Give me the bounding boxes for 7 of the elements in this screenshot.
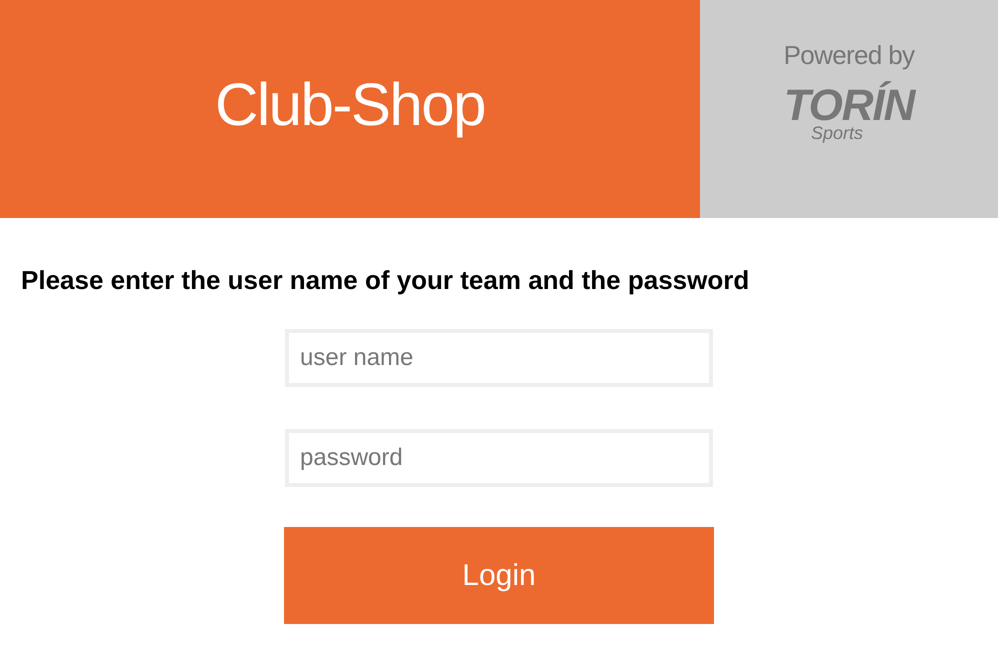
powered-by-text: Powered by — [784, 42, 914, 68]
site-title: Club-Shop — [214, 75, 485, 140]
input-field[interactable]: password — [285, 428, 713, 486]
login-button[interactable]: Login — [284, 526, 714, 624]
logo-tagline: Sports — [810, 124, 864, 142]
input-field[interactable]: user name — [285, 328, 713, 386]
instruction-text: Please enter the user name of your team and the password — [21, 264, 750, 296]
